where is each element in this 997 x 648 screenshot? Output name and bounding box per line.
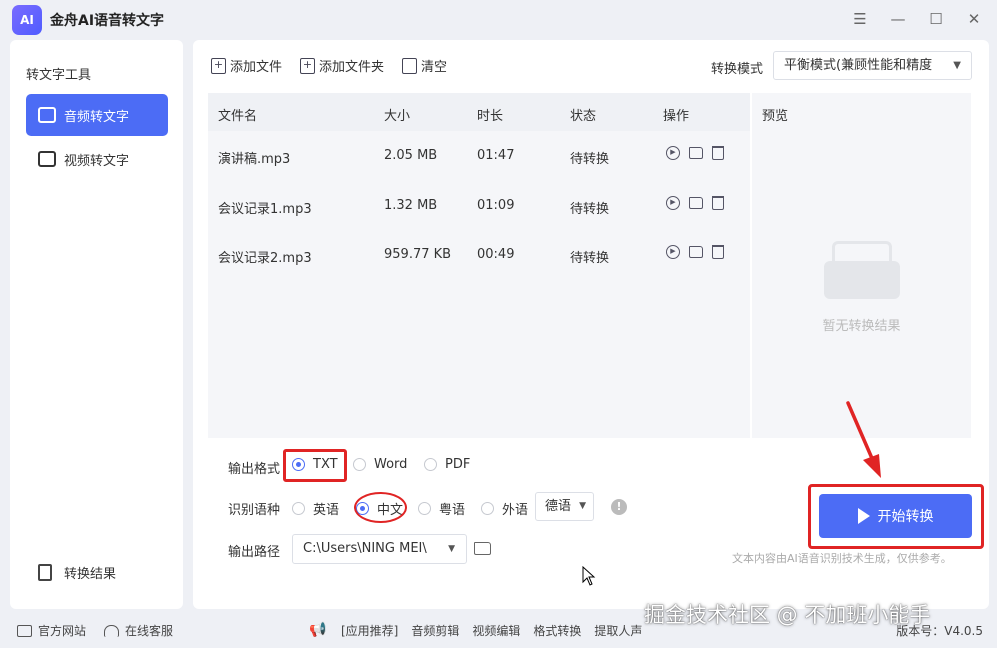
sidebar-item-video-to-text[interactable]: 视频转文字 [26,138,168,180]
title-bar: AI 金舟AI语音转文字 ☰ — ☐ ✕ [0,0,997,40]
document-icon [38,564,52,581]
maximize-icon[interactable]: ☐ [927,10,945,28]
window-controls: ☰ — ☐ ✕ [851,10,983,28]
support-link[interactable]: 在线客服 [104,622,173,639]
app-title: 金舟AI语音转文字 [50,13,165,29]
red-arrow-annotation [846,401,881,478]
mouse-cursor-icon [582,566,596,586]
megaphone-icon: 📢 [309,622,327,638]
sidebar: 转文字工具 音频转文字 视频转文字 转换结果 [10,40,183,609]
link-extract-vocals[interactable]: 提取人声 [594,622,642,639]
support-label: 在线客服 [125,624,174,638]
website-link[interactable]: 官方网站 [17,622,86,639]
watermark: 掘金技术社区 @ 不加班小能手 [644,603,931,627]
main-panel: + 添加文件 + 添加文件夹 清空 转换模式 平衡模式(兼顾性能和精度 ▼ 文件… [193,40,989,609]
monitor-icon [17,624,32,637]
headset-icon [104,624,119,637]
link-video-edit[interactable]: 视频编辑 [472,622,520,639]
minimize-icon[interactable]: — [889,10,907,28]
website-label: 官方网站 [38,624,87,638]
sidebar-item-results[interactable]: 转换结果 [38,563,116,582]
audio-text-icon [38,107,56,123]
app-links: [应用推荐] 音频剪辑 视频编辑 格式转换 提取人声 [341,622,642,639]
link-format-convert[interactable]: 格式转换 [533,622,581,639]
sidebar-item-label: 音频转文字 [64,109,130,125]
sidebar-item-audio-to-text[interactable]: 音频转文字 [26,94,168,136]
sidebar-item-label: 视频转文字 [64,153,130,169]
close-icon[interactable]: ✕ [965,10,983,28]
sidebar-item-label: 转换结果 [64,567,117,582]
app-logo: AI [12,5,42,35]
sidebar-title: 转文字工具 [26,68,92,83]
link-audio-edit[interactable]: 音频剪辑 [411,622,459,639]
menu-icon[interactable]: ☰ [851,10,869,28]
video-text-icon [38,151,56,167]
link-app-recommend[interactable]: [应用推荐] [341,622,398,639]
